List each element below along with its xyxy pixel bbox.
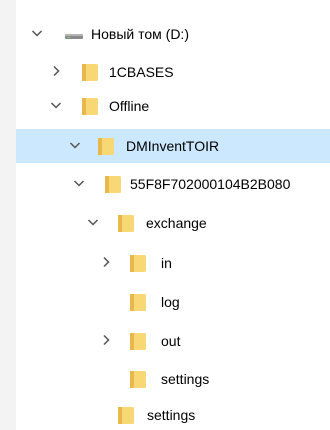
tree-item-settings[interactable]: settings	[16, 398, 330, 430]
tree-item-1cbases[interactable]: 1CBASES	[16, 55, 330, 89]
tree-item-label: exchange	[146, 215, 207, 231]
tree-item-dminventtoir[interactable]: DMInventTOIR	[16, 129, 330, 163]
tree-item-label: log	[161, 294, 180, 310]
folder-icon	[80, 96, 100, 116]
chevron-down-icon[interactable]	[68, 138, 82, 152]
drive-icon	[64, 24, 84, 44]
tree-item-label: in	[161, 255, 172, 271]
chevron-right-icon[interactable]	[49, 64, 63, 78]
tree-item-label: 55F8F702000104B2B080	[130, 176, 291, 192]
tree-item-label: settings	[147, 407, 196, 423]
chevron-right-icon[interactable]	[99, 333, 113, 347]
chevron-down-icon[interactable]	[72, 176, 86, 190]
tree-item-label: Новый том (D:)	[91, 26, 189, 42]
folder-icon	[80, 62, 100, 82]
folder-tree[interactable]: Новый том (D:) 1CBASES Offline DMInventT…	[0, 0, 330, 430]
tree-item-offline[interactable]: Offline	[16, 89, 330, 123]
tree-item-log[interactable]: log	[16, 285, 330, 319]
folder-icon	[103, 174, 123, 194]
tree-item-55f8f702000104b2b080[interactable]: 55F8F702000104B2B080	[16, 167, 330, 201]
folder-icon	[116, 405, 136, 425]
tree-item-label: out	[161, 333, 181, 349]
chevron-right-icon[interactable]	[99, 255, 113, 269]
folder-icon	[128, 253, 148, 273]
folder-icon	[128, 331, 148, 351]
tree-item-out[interactable]: out	[16, 324, 330, 358]
tree-item-drive-d[interactable]: Новый том (D:)	[16, 17, 330, 51]
tree-item-label: Offline	[109, 98, 150, 114]
tree-item-label: settings	[161, 371, 210, 387]
folder-icon	[128, 369, 148, 389]
tree-item-exchange-settings[interactable]: settings	[16, 362, 330, 396]
chevron-down-icon[interactable]	[86, 215, 100, 229]
tree-item-exchange[interactable]: exchange	[16, 206, 330, 240]
chevron-down-icon[interactable]	[30, 26, 44, 40]
tree-item-in[interactable]: in	[16, 246, 330, 280]
chevron-down-icon[interactable]	[49, 98, 63, 112]
folder-icon	[116, 213, 136, 233]
folder-icon	[96, 136, 116, 156]
tree-item-label: 1CBASES	[109, 64, 174, 80]
folder-icon	[128, 292, 148, 312]
tree-item-label: DMInventTOIR	[126, 138, 220, 154]
